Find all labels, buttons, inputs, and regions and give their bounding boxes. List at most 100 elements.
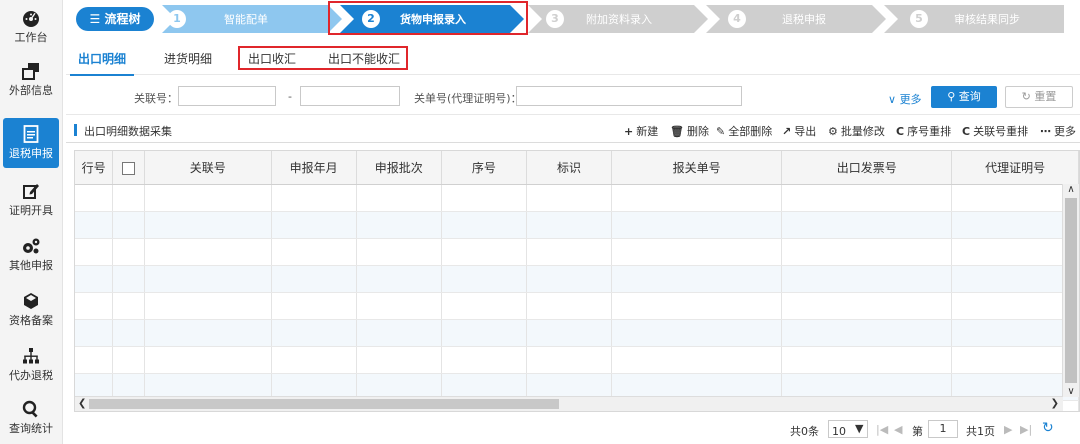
table-row[interactable] bbox=[75, 211, 1079, 239]
table-cell bbox=[951, 319, 1079, 347]
column-header-relation-no[interactable]: 关联号 bbox=[144, 151, 272, 185]
last-page-icon[interactable]: ▶| bbox=[1020, 423, 1032, 436]
section-title: 出口明细数据采集 bbox=[84, 125, 172, 138]
table-cell bbox=[781, 184, 953, 212]
step-label: 智能配单 bbox=[224, 13, 268, 26]
relation-no-start-input[interactable] bbox=[178, 86, 276, 106]
batch-edit-button[interactable]: ⚙ 批量修改 bbox=[828, 123, 885, 139]
page-size-select[interactable]: 10 ▼ bbox=[828, 420, 868, 438]
table-cell bbox=[356, 238, 442, 266]
flow-tree-button[interactable]: ☰ 流程树 bbox=[76, 7, 154, 31]
sidebar-item-agent-refund[interactable]: 代办退税 bbox=[0, 340, 62, 390]
table-cell bbox=[144, 238, 272, 266]
horizontal-scrollbar[interactable]: ❮ ❯ bbox=[75, 396, 1063, 411]
table-cell bbox=[356, 292, 442, 320]
sidebar-item-other-declaration[interactable]: 其他申报 bbox=[0, 230, 62, 280]
scroll-up-icon[interactable]: ∧ bbox=[1063, 184, 1079, 195]
scroll-down-icon[interactable]: ∨ bbox=[1063, 386, 1079, 397]
column-header-agent-cert-no[interactable]: 代理证明号 bbox=[951, 151, 1079, 185]
table-body bbox=[75, 184, 1079, 411]
windows-icon bbox=[22, 63, 39, 80]
new-button[interactable]: + 新建 bbox=[624, 123, 658, 139]
table-header-row: 行号 关联号 申报年月 申报批次 序号 标识 报关单号 出口发票号 代理证明号 bbox=[75, 151, 1079, 185]
vertical-scroll-thumb[interactable] bbox=[1065, 198, 1077, 383]
step-3[interactable]: 3 附加资料录入 bbox=[528, 5, 708, 33]
customs-no-label: 关单号(代理证明号)： bbox=[414, 92, 522, 105]
table-row[interactable] bbox=[75, 238, 1079, 266]
process-steps: ☰ 流程树 1 智能配单 2 货物申报录入 3 附加资料录入 4 退税申报 5 bbox=[76, 1, 1076, 35]
refresh-icon[interactable]: ↻ bbox=[1042, 420, 1054, 436]
table-row[interactable] bbox=[75, 265, 1079, 293]
column-header-invoice-no[interactable]: 出口发票号 bbox=[781, 151, 953, 185]
table-row[interactable] bbox=[75, 319, 1079, 347]
tab-purchase-detail[interactable]: 进货明细 bbox=[164, 50, 212, 67]
step-1[interactable]: 1 智能配单 bbox=[162, 5, 342, 33]
sidebar-item-label: 工作台 bbox=[14, 31, 48, 44]
select-all-checkbox[interactable] bbox=[122, 161, 136, 175]
reorder-relation-button[interactable]: C 关联号重排 bbox=[962, 123, 1028, 139]
export-button[interactable]: ↗ 导出 bbox=[782, 123, 816, 139]
query-button[interactable]: ⚲ 查询 bbox=[931, 86, 997, 108]
section-accent-bar bbox=[74, 124, 77, 136]
reorder-seq-button[interactable]: C 序号重排 bbox=[896, 123, 951, 139]
sidebar-item-label: 查询统计 bbox=[9, 422, 53, 435]
column-header-row-no[interactable]: 行号 bbox=[75, 151, 114, 185]
column-header-period[interactable]: 申报年月 bbox=[271, 151, 357, 185]
table-cell bbox=[951, 265, 1079, 293]
column-header-customs-no[interactable]: 报关单号 bbox=[611, 151, 783, 185]
chevron-down-icon: ▼ bbox=[855, 422, 864, 435]
vertical-scrollbar[interactable]: ∧ ∨ bbox=[1062, 184, 1079, 397]
prev-page-icon[interactable]: ◀ bbox=[894, 423, 902, 436]
scroll-left-icon[interactable]: ❮ bbox=[78, 397, 86, 411]
sidebar-item-external-info[interactable]: 外部信息 bbox=[0, 55, 62, 105]
step-5[interactable]: 5 审核结果同步 bbox=[884, 5, 1064, 33]
table-cell bbox=[951, 184, 1079, 212]
customs-no-input[interactable] bbox=[516, 86, 742, 106]
main-area: ☰ 流程树 1 智能配单 2 货物申报录入 3 附加资料录入 4 退税申报 5 bbox=[66, 0, 1080, 444]
sidebar-item-workbench[interactable]: 工作台 bbox=[0, 2, 62, 52]
trash-icon: 🗑 bbox=[670, 125, 684, 138]
table-row[interactable] bbox=[75, 184, 1079, 212]
filter-bar: 关联号： - 关单号(代理证明号)： ∨ 更多 ⚲ 查询 ↻ 重置 bbox=[66, 78, 1080, 115]
reset-button[interactable]: ↻ 重置 bbox=[1005, 86, 1073, 108]
step-4[interactable]: 4 退税申报 bbox=[706, 5, 886, 33]
delete-button[interactable]: 🗑 删除 bbox=[670, 123, 709, 139]
step-number: 5 bbox=[910, 10, 928, 28]
table-cell bbox=[441, 265, 527, 293]
more-filters-link[interactable]: ∨ 更多 bbox=[888, 91, 922, 107]
column-header-batch[interactable]: 申报批次 bbox=[356, 151, 442, 185]
table-cell bbox=[951, 346, 1079, 374]
tab-export-detail[interactable]: 出口明细 bbox=[69, 50, 135, 76]
next-page-icon[interactable]: ▶ bbox=[1004, 423, 1012, 436]
relation-no-end-input[interactable] bbox=[300, 86, 400, 106]
table-row[interactable] bbox=[75, 292, 1079, 320]
relation-no-label: 关联号： bbox=[134, 92, 178, 105]
sidebar-item-label: 退税申报 bbox=[9, 147, 53, 160]
table-cell bbox=[526, 184, 613, 212]
column-header-select[interactable] bbox=[112, 151, 145, 185]
sidebar-item-qualification[interactable]: 资格备案 bbox=[0, 285, 62, 335]
reset-label: 重置 bbox=[1034, 90, 1057, 103]
first-page-icon[interactable]: |◀ bbox=[876, 423, 888, 436]
document-icon bbox=[23, 125, 39, 143]
table-cell bbox=[271, 211, 357, 239]
table-row[interactable] bbox=[75, 346, 1079, 374]
column-header-seq[interactable]: 序号 bbox=[441, 151, 527, 185]
more-tools-button[interactable]: ⋯ 更多 bbox=[1040, 123, 1076, 139]
table-cell bbox=[75, 292, 114, 320]
table-cell bbox=[526, 238, 613, 266]
page-number-input[interactable]: 1 bbox=[928, 420, 958, 438]
sidebar-item-query-stats[interactable]: 查询统计 bbox=[0, 393, 62, 443]
table-cell bbox=[112, 211, 145, 239]
section-header: 出口明细数据采集 + 新建 🗑 删除 ✎ 全部删除 ↗ 导出 ⚙ 批量修改 C 序号重排 C… bbox=[66, 118, 1080, 143]
tool-label: 删除 bbox=[686, 125, 709, 138]
scroll-right-icon[interactable]: ❯ bbox=[1051, 397, 1059, 411]
sidebar-item-tax-refund[interactable]: 退税申报 bbox=[3, 118, 59, 168]
horizontal-scroll-thumb[interactable] bbox=[89, 399, 559, 409]
table-cell bbox=[144, 292, 272, 320]
table-cell bbox=[526, 346, 613, 374]
column-header-flag[interactable]: 标识 bbox=[526, 151, 613, 185]
delete-all-button[interactable]: ✎ 全部删除 bbox=[716, 123, 772, 139]
plus-icon: + bbox=[624, 125, 634, 138]
sidebar-item-certificate[interactable]: 证明开具 bbox=[0, 175, 62, 225]
